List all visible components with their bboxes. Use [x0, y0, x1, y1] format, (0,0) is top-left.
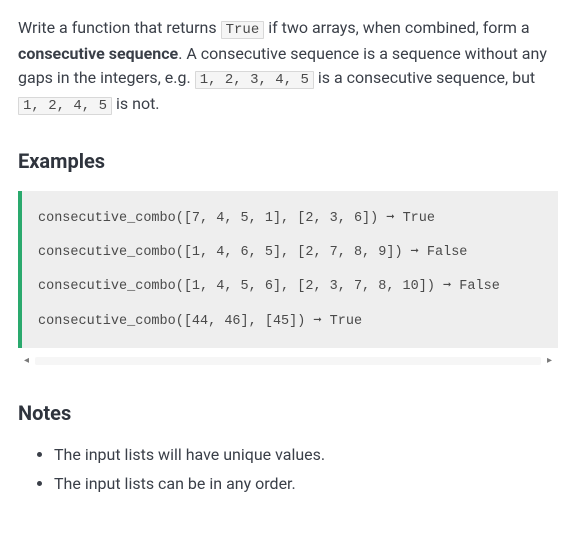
- code-line: consecutive_combo([1, 4, 6, 5], [2, 7, 8…: [38, 243, 542, 263]
- notes-heading: Notes: [18, 398, 558, 429]
- code-line: consecutive_combo([44, 46], [45]) ➞ True: [38, 312, 542, 332]
- scroll-left-arrow-icon[interactable]: ◂: [24, 356, 29, 366]
- code-line: consecutive_combo([1, 4, 5, 6], [2, 3, 7…: [38, 277, 542, 297]
- examples-heading: Examples: [18, 146, 558, 177]
- horizontal-scrollbar[interactable]: ◂ ▸: [18, 352, 558, 370]
- intro-bold: consecutive sequence: [18, 44, 178, 63]
- scroll-right-arrow-icon[interactable]: ▸: [547, 356, 552, 366]
- intro-text-2: if two arrays, when combined, form a: [264, 18, 529, 37]
- scroll-track[interactable]: [35, 357, 541, 365]
- notes-list: The input lists will have unique values.…: [18, 443, 558, 497]
- inline-code-seq2: 1, 2, 4, 5: [18, 97, 112, 115]
- list-item: The input lists can be in any order.: [54, 472, 558, 497]
- list-item: The input lists will have unique values.: [54, 443, 558, 468]
- problem-intro: Write a function that returns True if tw…: [18, 16, 558, 118]
- intro-text-1: Write a function that returns: [18, 18, 221, 37]
- intro-text-5: is not.: [112, 94, 160, 113]
- code-block-content: consecutive_combo([7, 4, 5, 1], [2, 3, 6…: [38, 209, 542, 332]
- intro-text-4: is a consecutive sequence, but: [314, 68, 535, 87]
- code-block[interactable]: consecutive_combo([7, 4, 5, 1], [2, 3, 6…: [18, 191, 558, 348]
- code-line: consecutive_combo([7, 4, 5, 1], [2, 3, 6…: [38, 209, 542, 229]
- inline-code-true: True: [221, 21, 265, 39]
- inline-code-seq1: 1, 2, 3, 4, 5: [195, 71, 314, 89]
